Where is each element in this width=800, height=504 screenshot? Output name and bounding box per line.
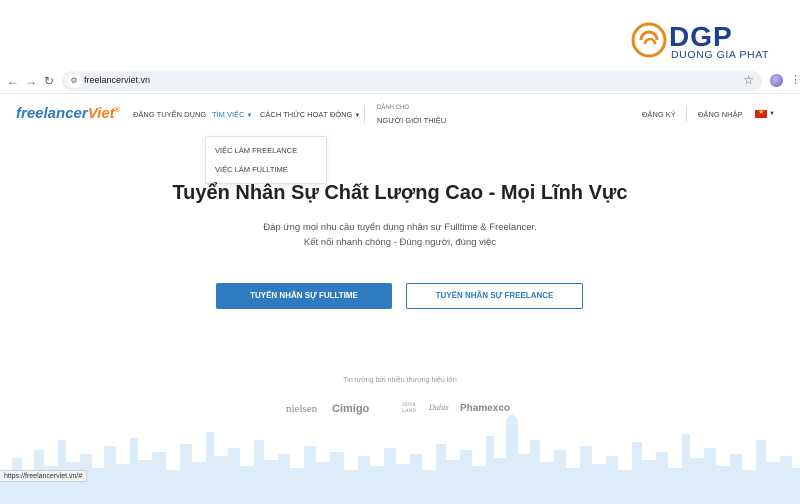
nav-find-job-label: TÌM VIỆC <box>212 110 245 119</box>
logo-text-freelancer: freelancer <box>16 105 88 122</box>
profile-avatar-icon[interactable] <box>770 74 783 87</box>
nav-how-it-works[interactable]: CÁCH THỨC HOẠT ĐỘNG ▼ <box>260 110 360 119</box>
back-icon[interactable]: ← <box>6 74 20 88</box>
nav-login[interactable]: ĐĂNG NHẬP <box>698 110 743 119</box>
address-bar[interactable]: ⚙ freelancerviet.vn ☆ <box>62 71 762 91</box>
nav-referrer[interactable]: NGƯỜI GIỚI THIỆU <box>377 116 446 125</box>
nav-for-label: DÀNH CHO <box>377 105 410 111</box>
forward-icon[interactable]: → <box>24 74 38 88</box>
bookmark-star-icon[interactable]: ☆ <box>743 73 754 87</box>
status-bar-url: https://freelancerviet.vn/# <box>0 470 88 482</box>
registered-mark: ® <box>114 107 120 114</box>
browser-menu-icon[interactable]: ⋮ <box>790 73 800 87</box>
dgp-subtitle: DUONG GIA PHAT <box>671 49 770 61</box>
dgp-watermark: DGP DUONG GIA PHAT <box>631 22 796 62</box>
caret-down-icon: ▼ <box>354 113 361 119</box>
caret-down-icon[interactable]: ▼ <box>769 111 775 117</box>
hero-subtitle-line1: Đáp ứng mọi nhu cầu tuyển dụng nhân sự F… <box>263 222 537 233</box>
url-text[interactable]: freelancerviet.vn <box>84 75 150 85</box>
city-skyline-illustration <box>0 414 800 504</box>
dgp-logo-icon <box>631 22 667 58</box>
hire-fulltime-button[interactable]: TUYỂN NHÂN SỰ FULLTIME <box>216 283 392 309</box>
nav-post-job[interactable]: ĐĂNG TUYỂN DỤNG <box>133 110 206 119</box>
hire-freelance-button[interactable]: TUYỂN NHÂN SỰ FREELANCE <box>406 283 583 309</box>
browser-toolbar: ← → ↻ ⚙ freelancerviet.vn ☆ ⋮ <box>0 68 800 94</box>
dropdown-item-fulltime[interactable]: VIỆC LÀM FULLTIME <box>215 165 288 174</box>
nav-find-job[interactable]: TÌM VIỆC ▼ <box>212 110 252 119</box>
site-info-icon[interactable]: ⚙ <box>67 74 81 88</box>
site-logo[interactable]: freelancerViet® <box>16 105 120 122</box>
nav-how-it-works-label: CÁCH THỨC HOẠT ĐỘNG <box>260 110 353 119</box>
logo-text-viet: Viet <box>87 105 115 122</box>
site-header: freelancerViet® ĐĂNG TUYỂN DỤNG TÌM VIỆC… <box>0 95 800 137</box>
hero-subtitle-line2: Kết nối nhanh chóng - Đúng người, đúng v… <box>303 237 497 248</box>
nav-divider <box>686 105 687 123</box>
find-job-dropdown: VIỆC LÀM FREELANCE VIỆC LÀM FULLTIME <box>205 136 327 184</box>
hero-title: Tuyển Nhân Sự Chất Lượng Cao - Mọi Lĩnh … <box>172 182 628 204</box>
caret-down-icon: ▼ <box>246 113 253 119</box>
nav-register[interactable]: ĐĂNG KÝ <box>642 110 676 119</box>
vietnam-flag-icon[interactable] <box>755 108 767 118</box>
trusted-label: Tin tưởng bởi nhiều thương hiệu lớn <box>343 377 457 384</box>
dgp-name: DGP <box>669 21 733 52</box>
reload-icon[interactable]: ↻ <box>42 74 56 88</box>
dropdown-item-freelance[interactable]: VIỆC LÀM FREELANCE <box>215 146 297 155</box>
nav-divider <box>364 105 365 123</box>
